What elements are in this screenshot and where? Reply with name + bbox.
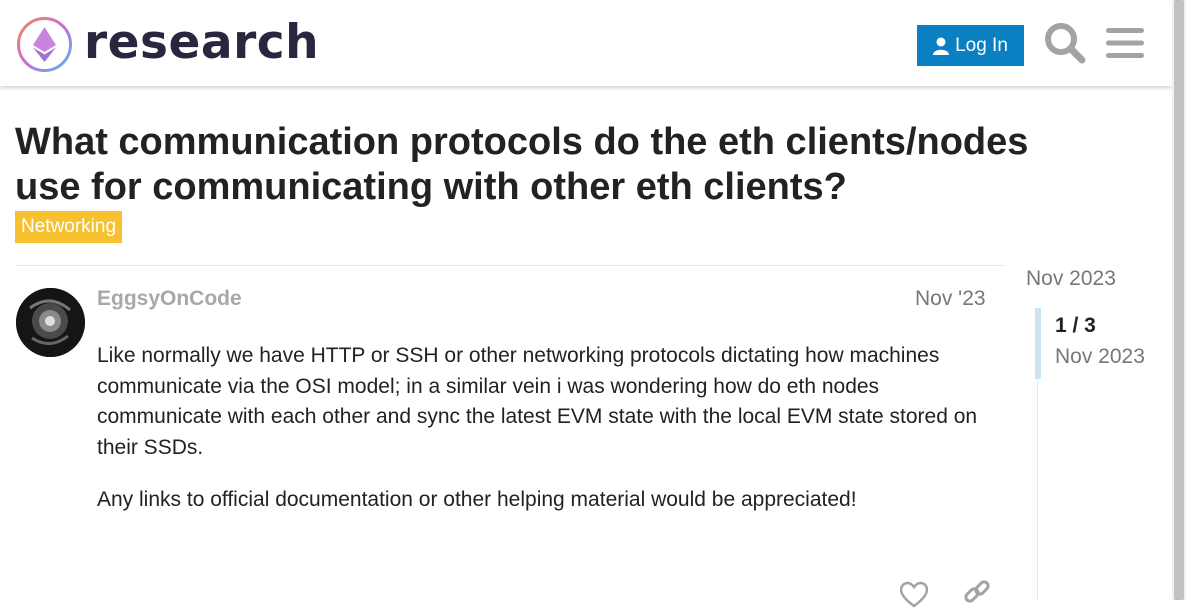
topic-divider [15, 265, 1005, 266]
heart-icon[interactable] [900, 581, 928, 609]
avatar[interactable] [16, 288, 85, 357]
post-author[interactable]: EggsyOnCode [97, 287, 242, 311]
search-icon[interactable] [1044, 22, 1086, 64]
topic-title[interactable]: What communication protocols do the eth … [15, 120, 1055, 210]
site-logo-text[interactable]: research [84, 14, 319, 72]
timeline-start-date[interactable]: Nov 2023 [1026, 267, 1116, 291]
user-icon [933, 37, 950, 55]
link-icon[interactable] [963, 580, 991, 608]
post-paragraph: Like normally we have HTTP or SSH or oth… [97, 344, 978, 459]
login-button[interactable]: Log In [917, 25, 1024, 66]
post-date[interactable]: Nov '23 [915, 287, 986, 311]
site-header: research Log In [0, 0, 1172, 86]
avatar-image [16, 288, 85, 357]
login-button-label: Log In [955, 34, 1008, 56]
post-paragraph: Any links to official documentation or o… [97, 488, 857, 511]
post-body: Like normally we have HTTP or SSH or oth… [97, 341, 997, 538]
timeline-post-counter: 1 / 3 [1055, 314, 1096, 337]
hamburger-menu-icon[interactable] [1106, 25, 1144, 61]
logo-icon[interactable] [16, 16, 73, 73]
timeline-scroll-handle[interactable] [1035, 308, 1041, 379]
timeline-current-date: Nov 2023 [1055, 345, 1145, 368]
page-scrollbar-thumb[interactable] [1174, 0, 1184, 600]
category-badge[interactable]: Networking [15, 211, 123, 243]
